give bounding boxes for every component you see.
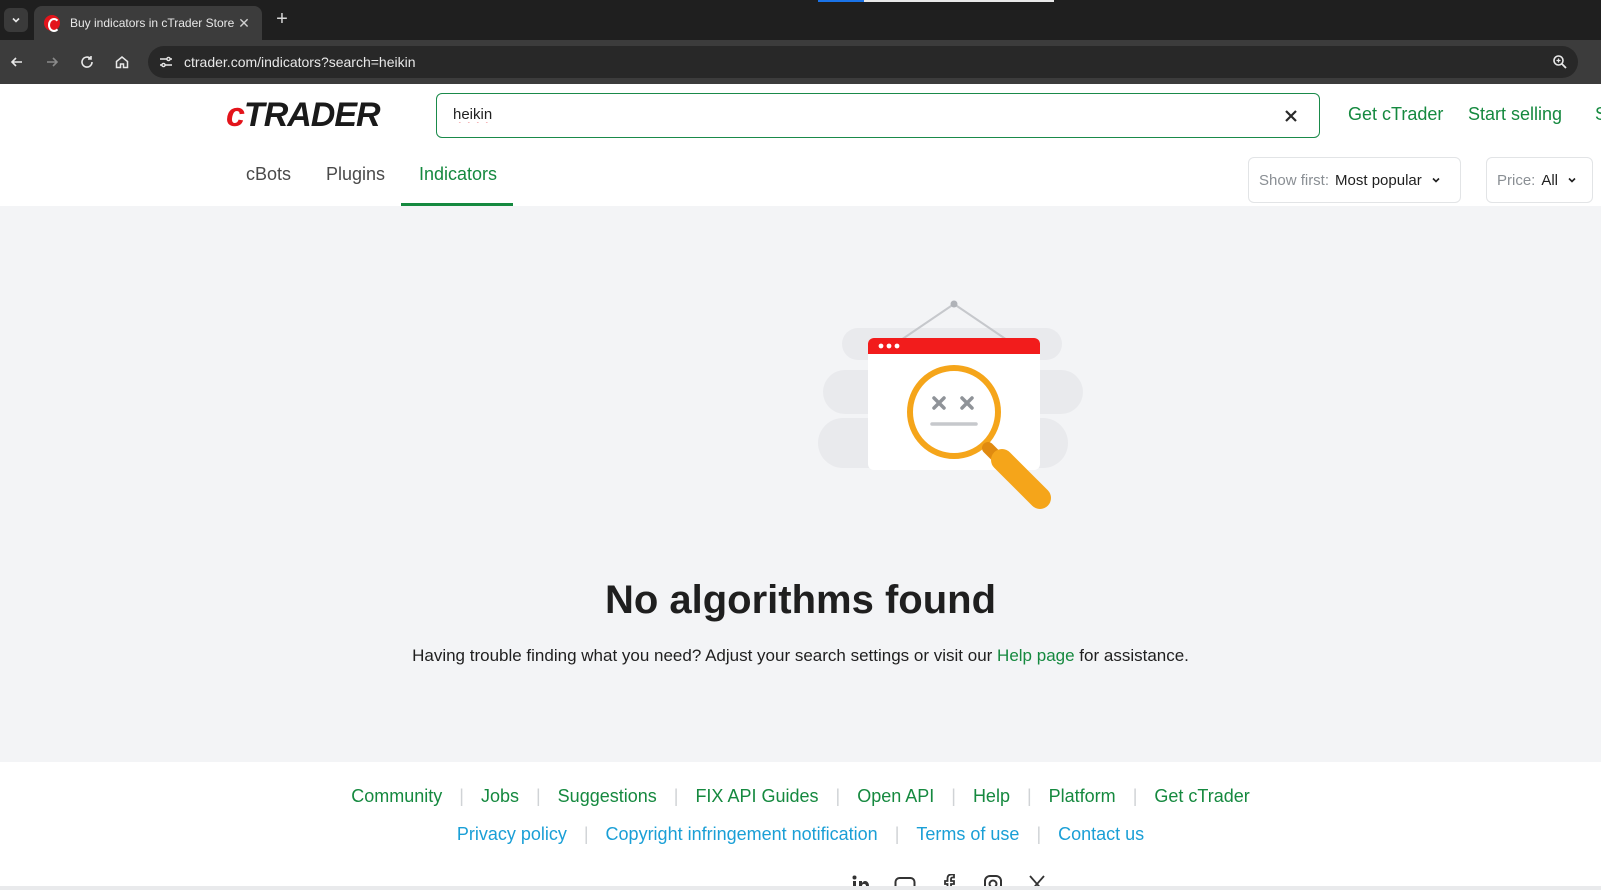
back-button[interactable] [5,50,29,74]
home-icon [115,56,129,69]
footer-link-copyright[interactable]: Copyright infringement notification [606,824,878,845]
reload-button[interactable] [75,50,99,74]
zoom-icon[interactable] [1550,52,1570,72]
no-results-illustration-icon [818,300,1083,509]
empty-state-title: No algorithms found [604,578,997,622]
footer-link-help[interactable]: Help [973,786,1010,807]
address-bar[interactable]: ctrader.com/indicators?search=heikin [148,46,1578,78]
chevron-down-icon [12,17,20,23]
footer-link-community[interactable]: Community [351,786,442,807]
browser-tab[interactable]: Buy indicators in cTrader Store ✕ [34,6,262,40]
sort-dropdown[interactable]: Show first: Most popular [1248,157,1461,203]
tab-plugins[interactable]: Plugins [326,164,385,185]
sign-in-link[interactable]: S [1595,104,1601,125]
site-footer: Community | Jobs | Suggestions | FIX API Gu… [0,762,1601,890]
page-bottom-edge [0,886,1601,890]
tab-indicators[interactable]: Indicators [419,164,497,185]
footer-link-suggestions[interactable]: Suggestions [558,786,657,807]
site-header: cTRADER Get cTrader Start selling S cBot… [0,84,1601,206]
empty-state-message: Having trouble finding what you need? Ad… [412,646,1189,665]
price-label: Price: [1497,171,1536,189]
tab-cbots[interactable]: cBots [246,164,291,185]
tab-title: Buy indicators in cTrader Store [70,16,235,30]
chevron-down-icon [1432,177,1440,183]
ctrader-logo[interactable]: cTRADER [226,96,381,135]
footer-link-fix-api-guides[interactable]: FIX API Guides [695,786,818,807]
arrow-right-icon [47,57,59,67]
browser-tab-bar: Buy indicators in cTrader Store ✕ + [0,0,1601,40]
ctrader-favicon-icon [44,15,60,32]
close-tab-icon[interactable]: ✕ [236,15,252,32]
tab-search-button[interactable] [4,8,28,32]
footer-link-platform[interactable]: Platform [1049,786,1116,807]
site-settings-icon[interactable] [156,52,176,72]
chevron-down-icon [1568,177,1576,183]
arrow-left-icon [10,57,22,67]
footer-link-privacy-policy[interactable]: Privacy policy [457,824,567,845]
loading-indicator [818,0,1054,2]
footer-links-legal: Privacy policy | Copyright infringement n… [456,824,1145,845]
sort-value: Most popular [1335,171,1422,189]
footer-link-jobs[interactable]: Jobs [481,786,519,807]
new-tab-button[interactable]: + [270,8,294,32]
home-button[interactable] [110,50,134,74]
start-selling-link[interactable]: Start selling [1468,104,1562,125]
browser-toolbar: ctrader.com/indicators?search=heikin [0,40,1601,84]
url-text: ctrader.com/indicators?search=heikin [184,54,416,70]
search-input[interactable] [453,106,1233,123]
price-dropdown[interactable]: Price: All [1486,157,1593,203]
footer-links-primary: Community | Jobs | Suggestions | FIX API Gu… [351,786,1250,807]
footer-link-open-api[interactable]: Open API [857,786,934,807]
footer-link-contact-us[interactable]: Contact us [1058,824,1144,845]
get-ctrader-link[interactable]: Get cTrader [1348,104,1443,125]
footer-link-get-ctrader[interactable]: Get cTrader [1154,786,1249,807]
search-box[interactable] [436,93,1320,138]
forward-button[interactable] [40,50,64,74]
help-page-link[interactable]: Help page [997,646,1075,665]
clear-search-icon[interactable] [1281,106,1301,126]
reload-icon [81,56,93,68]
footer-link-terms-of-use[interactable]: Terms of use [916,824,1019,845]
sort-label: Show first: [1259,171,1330,189]
price-value: All [1541,171,1559,189]
results-area: No algorithms found Having trouble findi… [0,206,1601,762]
